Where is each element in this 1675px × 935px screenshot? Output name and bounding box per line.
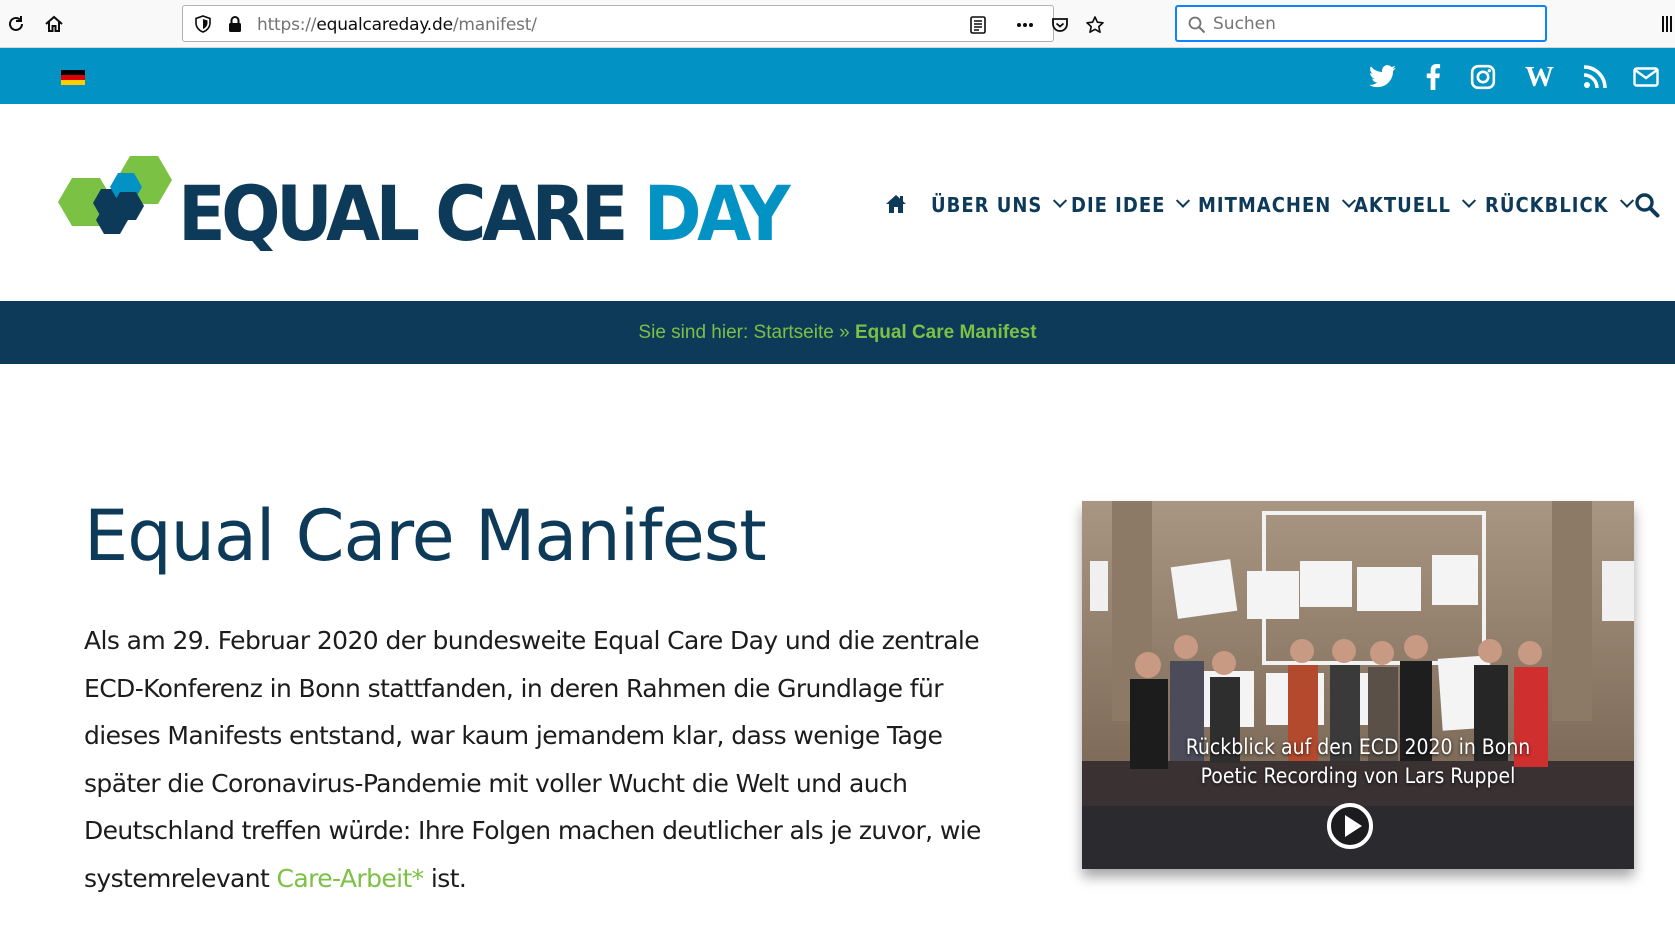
chevron-down-icon [1053,193,1068,208]
library-icon[interactable] [1662,14,1675,34]
logo-word-care: CARE [435,169,628,258]
nav-label: RÜCKBLICK [1485,193,1609,217]
chevron-down-icon [1461,193,1477,208]
browser-toolbar: https://equalcareday.de/manifest/ [0,0,1675,48]
pocket-icon[interactable] [1050,15,1070,35]
site-search-icon[interactable] [1634,192,1660,218]
nav-label: MITMACHEN [1198,193,1332,217]
intro-paragraph: Als am 29. Februar 2020 der bundesweite … [84,617,984,902]
url-text[interactable]: https://equalcareday.de/manifest/ [257,15,537,35]
twitter-icon[interactable] [1368,62,1398,92]
video-caption: Rückblick auf den ECD 2020 in Bonn Poeti… [1082,733,1634,791]
more-actions-icon[interactable] [1015,15,1035,35]
url-prefix: https:// [257,15,317,35]
search-icon [1188,16,1206,34]
url-path: /manifest/ [452,15,537,35]
nav-label: ÜBER UNS [931,193,1043,217]
nav-item-aktuell[interactable]: AKTUELL [1354,190,1477,220]
bookmark-star-icon[interactable] [1085,15,1105,35]
site-header: EQUAL CARE DAY ÜBER UNS DIE IDEE MITMACH… [0,104,1675,301]
tracking-shield-icon[interactable] [195,15,211,33]
logo-wordmark[interactable]: EQUAL CARE DAY [178,174,791,254]
rss-icon[interactable] [1580,62,1610,92]
video-caption-line2: Poetic Recording von Lars Ruppel [1200,764,1516,788]
breadcrumb-separator: » [839,321,850,343]
nav-item-ueber-uns[interactable]: ÜBER UNS [931,190,1068,220]
instagram-icon[interactable] [1468,62,1498,92]
video-thumbnail[interactable]: Rückblick auf den ECD 2020 in Bonn Poeti… [1082,501,1634,869]
nav-item-mitmachen[interactable]: MITMACHEN [1198,190,1357,220]
logo-word-equal: EQUAL [178,169,420,258]
url-bar[interactable]: https://equalcareday.de/manifest/ [182,5,1104,42]
reload-icon[interactable] [4,12,28,36]
logo-hexagons-icon[interactable] [58,156,174,248]
page-title: Equal Care Manifest [84,495,767,577]
mail-icon[interactable] [1631,62,1661,92]
reader-view-icon[interactable] [968,15,988,35]
nav-item-die-idee[interactable]: DIE IDEE [1071,190,1191,220]
nav-item-rueckblick[interactable]: RÜCKBLICK [1485,190,1634,220]
video-caption-line1: Rückblick auf den ECD 2020 in Bonn [1185,735,1531,759]
breadcrumb: Sie sind hier: Startseite » Equal Care M… [0,301,1675,364]
chevron-down-icon [1619,193,1634,208]
intro-tail: ist. [423,863,467,893]
url-host: equalcareday.de [316,15,453,35]
intro-text: Als am 29. Februar 2020 der bundesweite … [84,626,981,893]
logo-word-day: DAY [643,169,791,258]
home-nav-icon[interactable] [884,192,908,216]
lock-icon[interactable] [227,15,243,33]
social-bar: W [0,48,1675,104]
browser-search-box[interactable] [1175,5,1547,42]
home-icon[interactable] [42,12,66,36]
nav-label: DIE IDEE [1071,193,1166,217]
care-arbeit-link[interactable]: Care-Arbeit* [277,864,425,893]
breadcrumb-home-link[interactable]: Startseite [754,322,834,344]
breadcrumb-prefix: Sie sind hier: [638,321,749,343]
chevron-down-icon [1176,193,1191,208]
play-icon[interactable] [1327,803,1373,849]
german-flag-icon[interactable] [61,70,85,85]
svg-text:W: W [1525,65,1554,89]
browser-search-input[interactable] [1213,13,1533,35]
nav-label: AKTUELL [1354,193,1451,217]
wikipedia-icon[interactable]: W [1524,62,1562,92]
breadcrumb-current: Equal Care Manifest [854,321,1037,343]
facebook-icon[interactable] [1418,62,1448,92]
